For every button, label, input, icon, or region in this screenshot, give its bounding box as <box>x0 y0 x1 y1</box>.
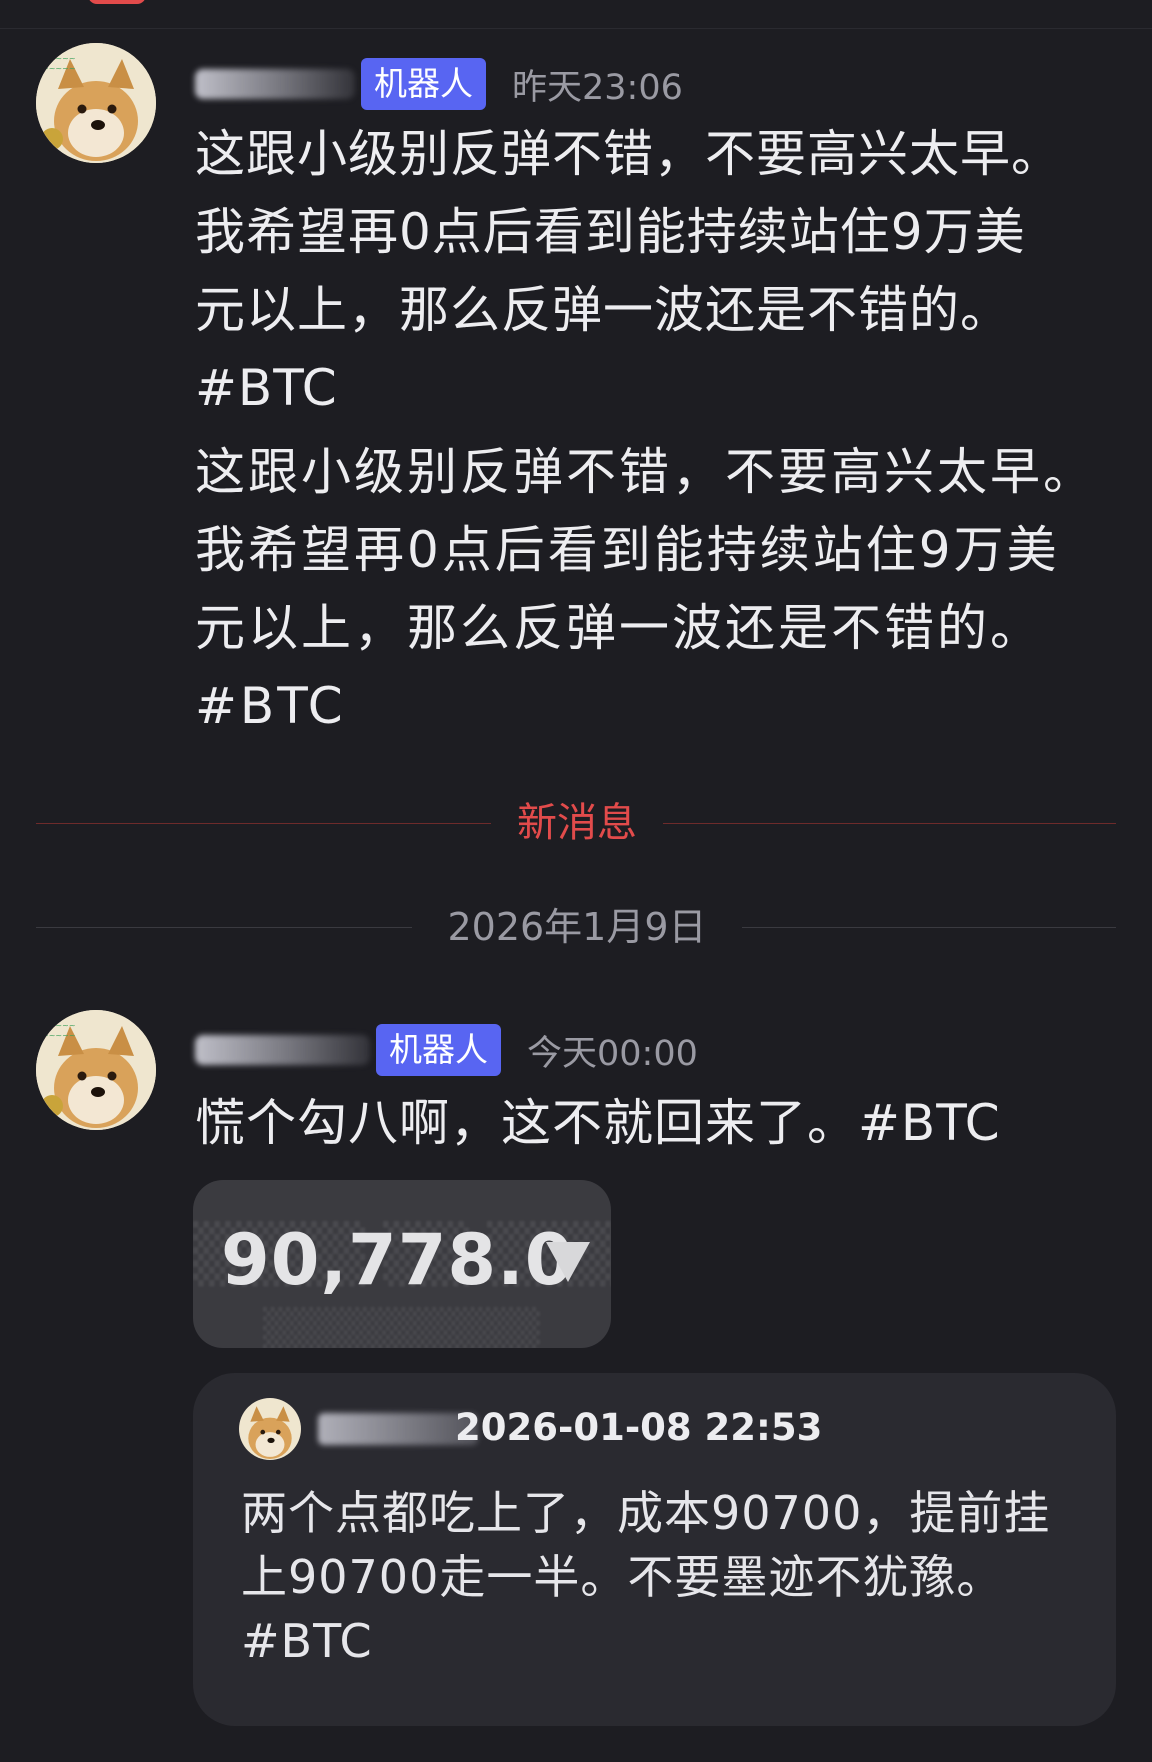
image-background-watermark: ▒▒▒▒▒▒▒▒▒ <box>263 1308 540 1348</box>
quoted-author-blurred <box>318 1413 478 1445</box>
author-name-blurred[interactable] <box>195 1035 370 1065</box>
message-body: 慌个勾八啊，这不就回来了。#BTC <box>195 1094 1001 1152</box>
doge-avatar-icon[interactable]: ~~~~~ ~~~~~ <box>36 43 156 163</box>
message-header: 机器人 今天00:00 <box>195 1020 698 1080</box>
svg-text:~~~~~: ~~~~~ <box>42 54 76 63</box>
svg-text:~~~~~: ~~~~~ <box>42 1031 76 1040</box>
author-name-blurred[interactable] <box>195 69 355 99</box>
new-messages-label: 新消息 <box>517 800 637 846</box>
message-body: 这跟小级别反弹不错，不要高兴太早。 我希望再0点后看到能持续站住9万美 元以上，… <box>195 125 1062 417</box>
date-divider: 2026年1月9日 <box>36 905 1116 949</box>
bot-badge: 机器人 <box>376 1024 501 1076</box>
top-strip <box>0 0 1152 29</box>
attached-price-image[interactable]: ▒▒▒▒ ▒▒ ▒▒▒▒ ▒▒▒▒▒▒▒▒▒ 90,778.0 <box>193 1180 611 1348</box>
quoted-timestamp: 2026-01-08 22:53 <box>455 1406 823 1449</box>
message-header: 机器人 昨天23:06 <box>195 54 683 114</box>
message-timestamp: 今天00:00 <box>527 1033 698 1074</box>
triangle-down-icon <box>546 1242 590 1282</box>
price-value: 90,778.0 <box>221 1219 575 1301</box>
unread-indicator <box>88 0 146 4</box>
date-label: 2026年1月9日 <box>447 905 707 949</box>
message-body-duplicate: 这跟小级别反弹不错，不要高兴太早。 我希望再0点后看到能持续站住9万美 元以上，… <box>195 443 1096 735</box>
doge-avatar-icon <box>239 1398 301 1460</box>
new-messages-divider: 新消息 <box>36 800 1116 846</box>
svg-text:~~~~~: ~~~~~ <box>42 1021 76 1030</box>
quoted-message[interactable]: 2026-01-08 22:53 两个点都吃上了，成本90700，提前挂 上90… <box>193 1373 1116 1726</box>
bot-badge: 机器人 <box>361 58 486 110</box>
svg-text:~~~~~: ~~~~~ <box>42 64 76 73</box>
quoted-body: 两个点都吃上了，成本90700，提前挂 上90700走一半。不要墨迹不犹豫。 #… <box>241 1486 1051 1668</box>
doge-avatar-icon[interactable]: ~~~~~ ~~~~~ <box>36 1010 156 1130</box>
message-timestamp: 昨天23:06 <box>512 67 683 108</box>
